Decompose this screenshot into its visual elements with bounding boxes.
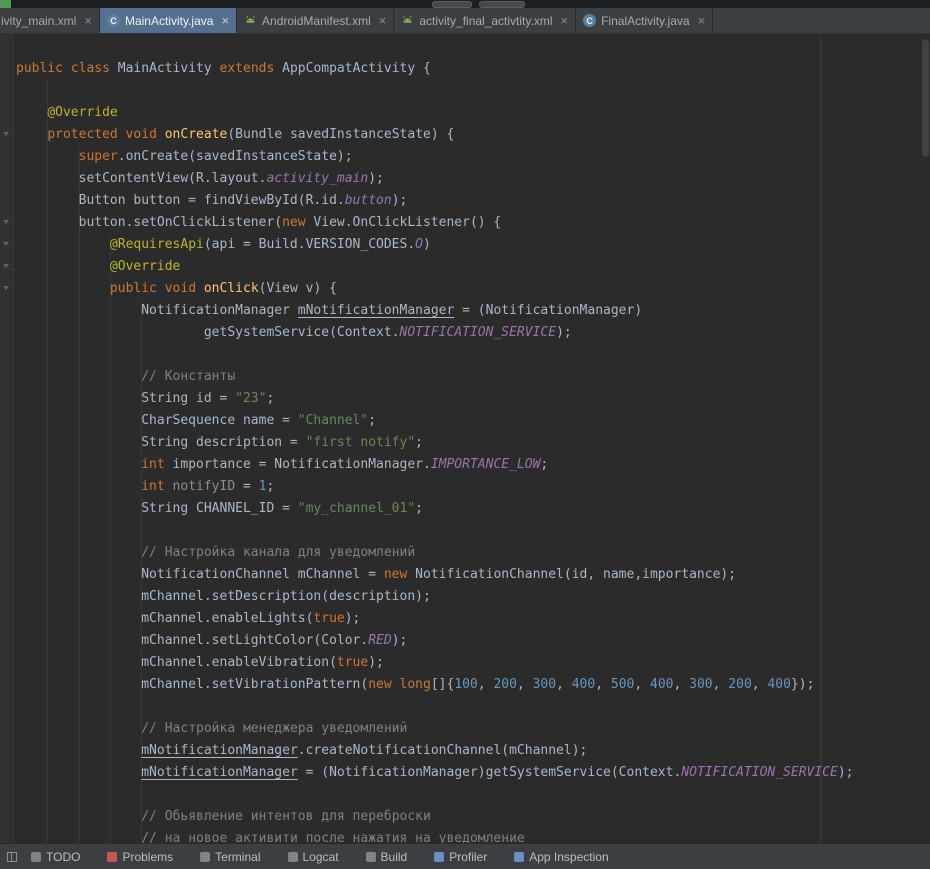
code-editor[interactable]: public class MainActivity extends AppCom… [0,34,930,843]
editor-scrollbar[interactable] [922,39,929,157]
class-file-icon: C [583,14,596,27]
statusbar-item-label: Problems [122,850,173,864]
logcat-icon [288,852,298,862]
fold-marker-icon[interactable] [3,132,9,136]
tab-finalactivity-java[interactable]: C FinalActivity.java × [576,8,713,33]
code-line[interactable] [16,696,930,718]
code-line[interactable]: // Настройка канала для уведомлений [16,542,930,564]
android-xml-icon [401,14,414,27]
statusbar-item-label: Logcat [303,850,339,864]
code-line[interactable] [16,80,930,102]
profiler-icon [434,852,444,862]
main-toolbar-strip [0,0,930,8]
code-line[interactable]: mNotificationManager.createNotificationC… [16,740,930,762]
statusbar-item-label: TODO [46,850,80,864]
code-line[interactable]: public class MainActivity extends AppCom… [16,58,930,80]
code-line[interactable]: @Override [16,256,930,278]
fold-marker-icon[interactable] [3,286,9,290]
code-area[interactable]: public class MainActivity extends AppCom… [16,58,930,843]
code-line[interactable]: public void onClick(View v) { [16,278,930,300]
code-line[interactable]: mChannel.setDescription(description); [16,586,930,608]
code-line[interactable]: setContentView(R.layout.activity_main); [16,168,930,190]
todo-icon [31,852,41,862]
tool-window-toggle-icon[interactable] [7,852,17,862]
fold-marker-icon[interactable] [3,264,9,268]
editor-tabs: ivity_main.xml×CMainActivity.java×Androi… [0,8,930,34]
statusbar-item-terminal[interactable]: Terminal [200,850,260,864]
close-tab-icon[interactable]: × [698,14,706,27]
code-line[interactable]: mChannel.enableLights(true); [16,608,930,630]
code-line[interactable]: mChannel.setLightColor(Color.RED); [16,630,930,652]
statusbar-item-build[interactable]: Build [366,850,408,864]
code-line[interactable]: mNotificationManager = (NotificationMana… [16,762,930,784]
tab-label: activity_final_activtity.xml [419,14,552,28]
statusbar-item-label: Build [381,850,408,864]
code-line[interactable]: NotificationChannel mChannel = new Notif… [16,564,930,586]
tab-label: FinalActivity.java [601,14,689,28]
statusbar-item-todo[interactable]: TODO [31,850,80,864]
status-bar-items: TODO Problems Terminal Logcat Build Profiler A… [31,850,636,864]
code-line[interactable]: int notifyID = 1; [16,476,930,498]
android-xml-icon [244,14,257,27]
build-icon [366,852,376,862]
tab-mainactivity-java[interactable]: C MainActivity.java × [100,8,237,33]
code-line[interactable]: mChannel.setVibrationPattern(new long[]{… [16,674,930,696]
code-line[interactable]: String id = "23"; [16,388,930,410]
code-line[interactable]: CharSequence name = "Channel"; [16,410,930,432]
statusbar-item-label: Profiler [449,850,487,864]
code-line[interactable]: mChannel.enableVibration(true); [16,652,930,674]
code-line[interactable]: @Override [16,102,930,124]
editor-gutter [0,34,14,843]
statusbar-item-profiler[interactable]: Profiler [434,850,487,864]
code-line[interactable]: NotificationManager mNotificationManager… [16,300,930,322]
statusbar-item-label: App Inspection [529,850,608,864]
tab-androidmanifest-xml[interactable]: AndroidManifest.xml × [237,8,394,33]
close-tab-icon[interactable]: × [561,14,569,27]
code-line[interactable] [16,784,930,806]
tab-label: AndroidManifest.xml [262,14,371,28]
close-tab-icon[interactable]: × [84,14,92,27]
code-line[interactable] [16,344,930,366]
tab-label: ivity_main.xml [1,14,76,28]
code-line[interactable]: // Константы [16,366,930,388]
tab-label: MainActivity.java [125,14,213,28]
status-bar: TODO Problems Terminal Logcat Build Profiler A… [0,843,930,869]
class-file-icon: C [107,14,120,27]
code-line[interactable]: button.setOnClickListener(new View.OnCli… [16,212,930,234]
statusbar-item-app-inspection[interactable]: App Inspection [514,850,608,864]
code-line[interactable]: @RequiresApi(api = Build.VERSION_CODES.O… [16,234,930,256]
device-selector[interactable] [479,1,525,8]
code-line[interactable]: super.onCreate(savedInstanceState); [16,146,930,168]
tab-activity-final-activtity-xml[interactable]: activity_final_activtity.xml × [394,8,576,33]
code-line[interactable]: int importance = NotificationManager.IMP… [16,454,930,476]
code-line[interactable]: // на новое активити после нажатия на ув… [16,828,930,843]
statusbar-item-logcat[interactable]: Logcat [288,850,339,864]
close-tab-icon[interactable]: × [221,14,229,27]
tab-ivity-main-xml[interactable]: ivity_main.xml × [0,8,100,33]
code-line[interactable]: // Настройка менеджера уведомлений [16,718,930,740]
code-line[interactable] [16,520,930,542]
problems-icon [107,852,117,862]
code-line[interactable]: String CHANNEL_ID = "my_channel_01"; [16,498,930,520]
fold-marker-icon[interactable] [3,242,9,246]
statusbar-item-problems[interactable]: Problems [107,850,173,864]
fold-marker-icon[interactable] [3,220,9,224]
code-line[interactable]: String description = "first notify"; [16,432,930,454]
app-inspection-icon [514,852,524,862]
code-line[interactable]: protected void onCreate(Bundle savedInst… [16,124,930,146]
terminal-icon [200,852,210,862]
close-tab-icon[interactable]: × [379,14,387,27]
code-line[interactable]: Button button = findViewById(R.id.button… [16,190,930,212]
code-line[interactable]: getSystemService(Context.NOTIFICATION_SE… [16,322,930,344]
project-tool-icon[interactable] [0,0,11,8]
run-config-selector[interactable] [432,1,472,8]
statusbar-item-label: Terminal [215,850,260,864]
code-line[interactable]: // Обьявление интентов для переброски [16,806,930,828]
